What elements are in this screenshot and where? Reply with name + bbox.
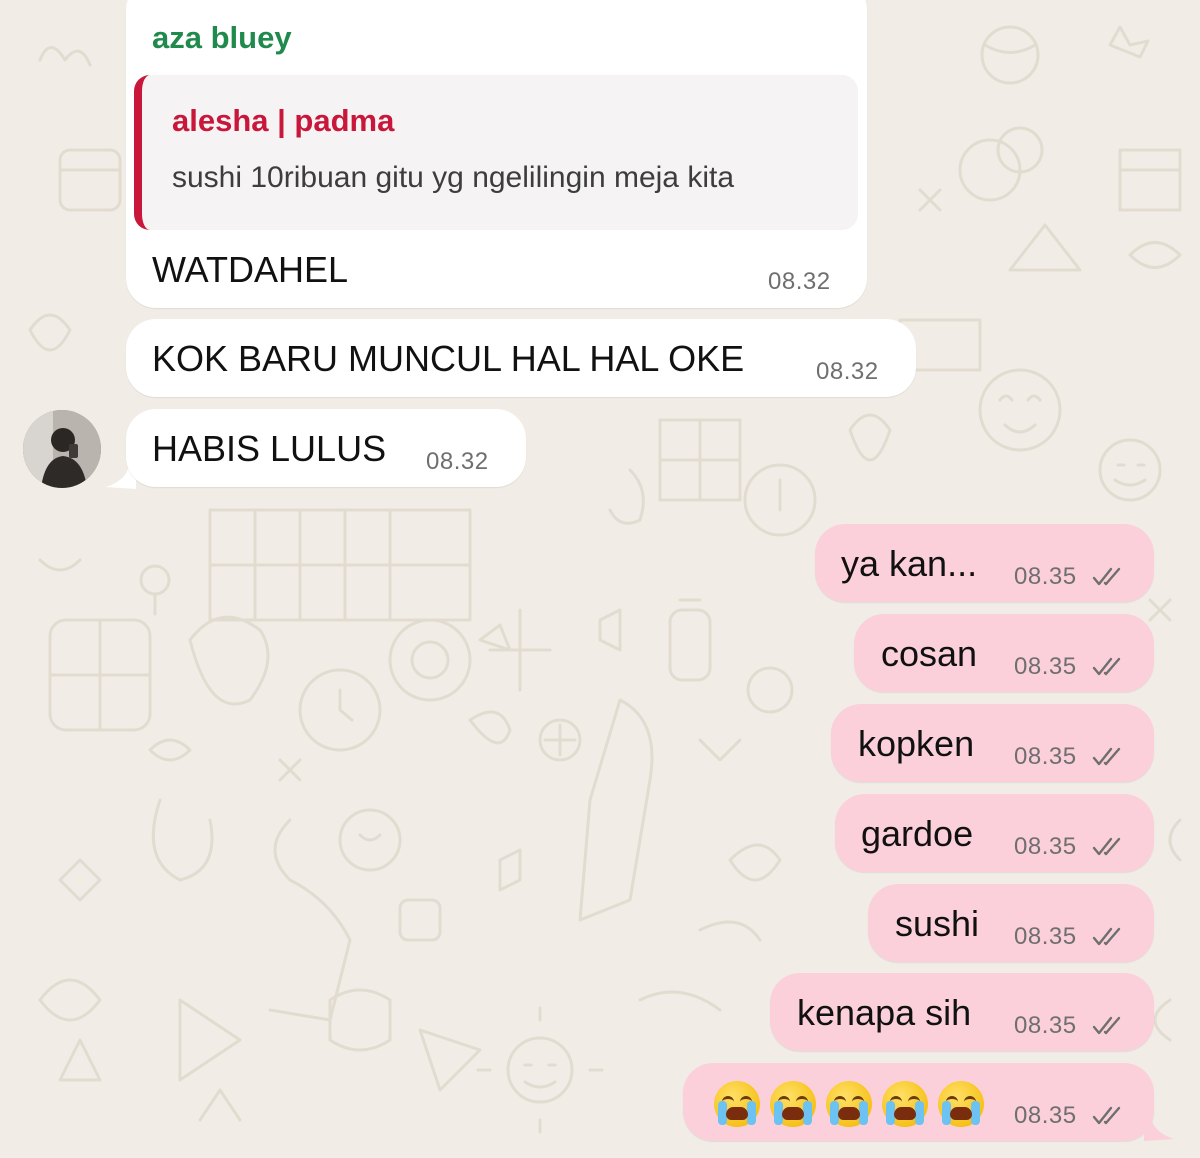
bubble-tail xyxy=(1144,1121,1174,1141)
message-time: 08.35 xyxy=(1014,743,1077,770)
profile-photo-icon xyxy=(23,410,101,488)
message-text: gardoe xyxy=(861,813,974,854)
message-text: KOK BARU MUNCUL HAL HAL OKE xyxy=(152,338,745,379)
loudly-crying-face-icon xyxy=(882,1081,928,1127)
message-time: 08.35 xyxy=(1014,1102,1077,1129)
quoted-author: alesha | padma xyxy=(172,103,395,138)
double-check-icon xyxy=(1092,927,1121,946)
message-time: 08.35 xyxy=(1014,923,1077,950)
double-check-icon xyxy=(1092,1106,1121,1125)
message-time: 08.32 xyxy=(816,358,879,385)
loudly-crying-face-icon xyxy=(770,1081,816,1127)
quoted-text: sushi 10ribuan gitu yg ngelilingin meja … xyxy=(172,161,735,194)
message-text: kopken xyxy=(858,723,975,764)
sender-name[interactable]: aza bluey xyxy=(152,20,292,56)
loudly-crying-face-icon xyxy=(714,1081,760,1127)
message-time: 08.32 xyxy=(426,448,489,475)
message-time: 08.35 xyxy=(1014,563,1077,590)
avatar[interactable] xyxy=(23,410,101,488)
message-text: ya kan... xyxy=(841,543,978,584)
loudly-crying-face-icon xyxy=(826,1081,872,1127)
message-text: sushi xyxy=(895,903,980,944)
message-time: 08.35 xyxy=(1014,833,1077,860)
message-text: kenapa sih xyxy=(797,992,972,1033)
quoted-reply[interactable]: alesha | padma sushi 10ribuan gitu yg ng… xyxy=(134,75,858,230)
message-time: 08.35 xyxy=(1014,1012,1077,1039)
double-check-icon xyxy=(1092,747,1121,766)
message-time: 08.32 xyxy=(768,268,831,295)
loudly-crying-face-icon xyxy=(938,1081,984,1127)
double-check-icon xyxy=(1092,657,1121,676)
message-text: WATDAHEL xyxy=(152,249,349,290)
message-text: HABIS LULUS xyxy=(152,428,387,469)
double-check-icon xyxy=(1092,567,1121,586)
message-time: 08.35 xyxy=(1014,653,1077,680)
double-check-icon xyxy=(1092,1016,1121,1035)
message-text: cosan xyxy=(881,633,978,674)
double-check-icon xyxy=(1092,837,1121,856)
